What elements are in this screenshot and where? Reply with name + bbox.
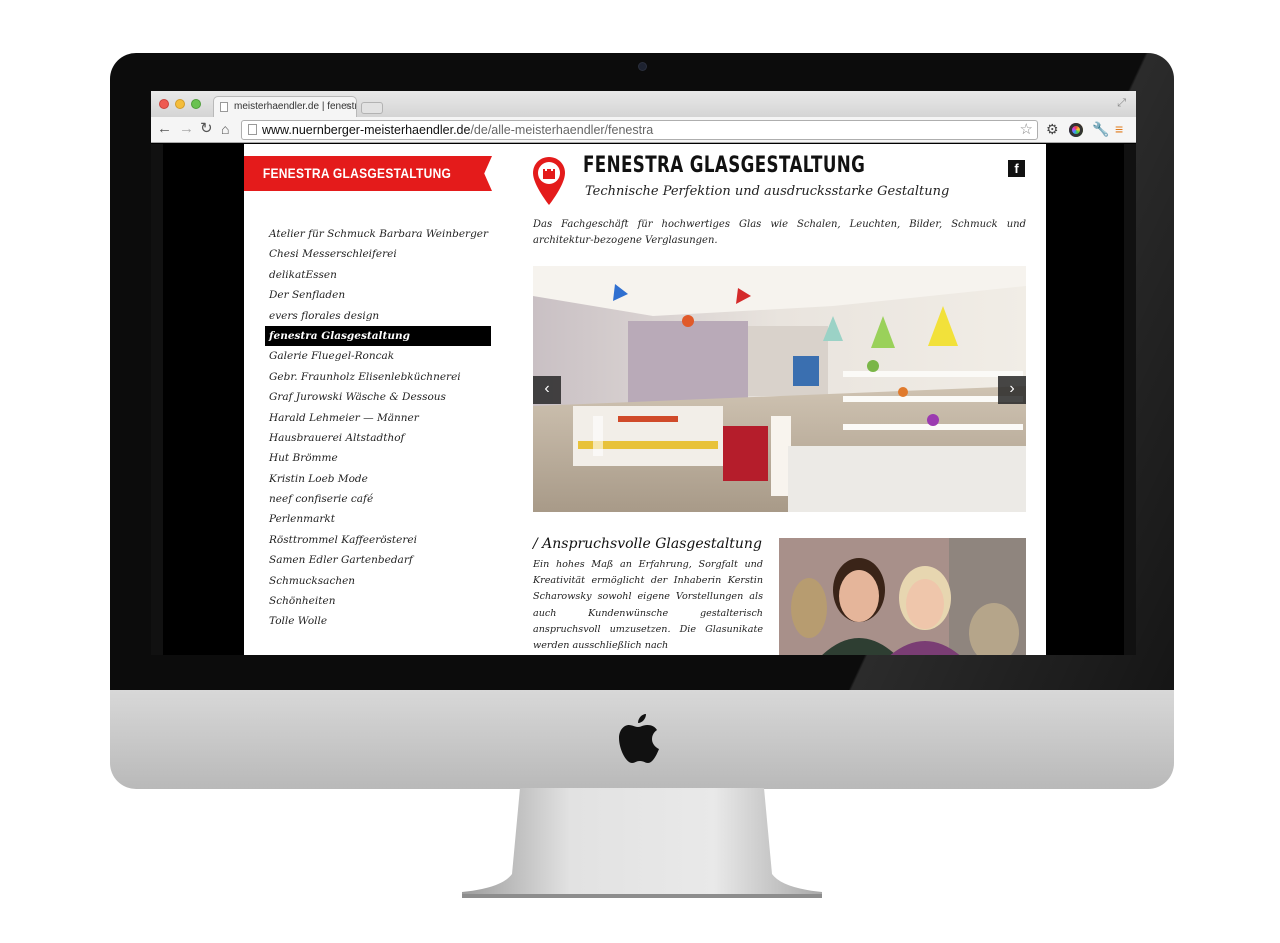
forward-icon[interactable]: →: [179, 121, 194, 137]
tab-title: meisterhaendler.de | fenestra Glasgestal…: [234, 101, 356, 112]
url-host: www.nuernberger-meisterhaendler.de: [262, 123, 471, 137]
shop-list: Atelier für Schmuck Barbara Weinberger Ch…: [265, 224, 491, 632]
browser-titlebar: meisterhaendler.de | fenestra Glasgestal…: [151, 91, 1136, 117]
reload-icon[interactable]: ↻: [200, 121, 213, 137]
apple-logo-icon: [619, 714, 659, 763]
camera: [639, 63, 646, 70]
sidebar-banner-title: FENESTRA GLASGESTALTUNG: [262, 165, 452, 181]
sidebar-item[interactable]: Kristin Loeb Mode: [265, 469, 491, 489]
home-icon[interactable]: ⌂: [221, 121, 229, 137]
close-window-button[interactable]: [159, 99, 169, 109]
sidebar-item[interactable]: Schönheiten: [265, 591, 491, 611]
color-icon[interactable]: [1069, 123, 1083, 137]
minimize-window-button[interactable]: [175, 99, 185, 109]
section-body: Ein hohes Maß an Erfahrung, Sorgfalt und…: [533, 559, 763, 652]
browser-toolbar: ← → ↻ ⌂ www.nuernberger-meisterhaendler.…: [151, 117, 1136, 143]
sidebar-banner: FENESTRA GLASGESTALTUNG: [244, 156, 492, 191]
facebook-icon[interactable]: f: [1008, 160, 1025, 177]
slider-next-button[interactable]: ›: [998, 376, 1026, 404]
sidebar-item[interactable]: Schmucksachen: [265, 571, 491, 591]
sidebar-item[interactable]: fenestra Glasgestaltung: [265, 325, 491, 347]
sidebar-item[interactable]: Hut Brömme: [265, 448, 491, 468]
back-icon[interactable]: ←: [157, 121, 172, 137]
page-icon: [220, 102, 228, 112]
fullscreen-icon[interactable]: ⤢: [1117, 97, 1126, 110]
section-title: / Anspruchsvolle Glasgestaltung: [533, 536, 762, 552]
address-bar[interactable]: www.nuernberger-meisterhaendler.de/de/al…: [241, 120, 1038, 140]
location-pin-icon: [533, 157, 565, 205]
page-subtitle: Technische Perfektion und ausdrucksstark…: [585, 184, 950, 199]
intro-text: Das Fachgeschäft für hochwertiges Glas w…: [533, 219, 1026, 246]
sidebar-item[interactable]: Atelier für Schmuck Barbara Weinberger: [265, 224, 491, 244]
menu-icon[interactable]: ≡: [1115, 121, 1123, 137]
browser-window: meisterhaendler.de | fenestra Glasgestal…: [151, 91, 1136, 655]
sidebar-item[interactable]: Tolle Wolle: [265, 611, 491, 631]
sidebar-item[interactable]: Der Senfladen: [265, 285, 491, 305]
sidebar-item[interactable]: Samen Edler Gartenbedarf: [265, 550, 491, 570]
slider-prev-button[interactable]: ‹: [533, 376, 561, 404]
sidebar-item[interactable]: Chesi Messerschleiferei: [265, 244, 491, 264]
sidebar-item[interactable]: evers florales design: [265, 306, 491, 326]
monitor-stand: [462, 788, 822, 898]
sidebar-item[interactable]: Rösttrommel Kaffeerösterei: [265, 530, 491, 550]
image-slider: ‹ ›: [533, 266, 1026, 512]
sidebar-item[interactable]: delikatEssen: [265, 265, 491, 285]
sidebar-item[interactable]: Perlenmarkt: [265, 509, 491, 529]
shop-interior-photo: [533, 266, 1026, 512]
web-page: FENESTRA GLASGESTALTUNG Atelier für Schm…: [244, 144, 1046, 655]
gear-icon[interactable]: ⚙: [1046, 121, 1059, 137]
new-tab-button[interactable]: [361, 102, 383, 114]
tab-close-icon[interactable]: ×: [345, 97, 351, 117]
owners-photo: [779, 538, 1026, 655]
sidebar-item[interactable]: Harald Lehmeier — Männer: [265, 408, 491, 428]
viewport-edge-right: [1124, 144, 1136, 655]
viewport-edge-left: [151, 144, 163, 655]
page-title: FENESTRA GLASGESTALTUNG: [583, 153, 866, 178]
page-icon: [248, 124, 257, 135]
sidebar-item[interactable]: Graf Jurowski Wäsche & Dessous: [265, 387, 491, 407]
zoom-window-button[interactable]: [191, 99, 201, 109]
page-viewport: FENESTRA GLASGESTALTUNG Atelier für Schm…: [151, 144, 1136, 655]
url-path: /de/alle-meisterhaendler/fenestra: [470, 123, 654, 137]
sidebar-item[interactable]: neef confiserie café: [265, 489, 491, 509]
browser-tab[interactable]: meisterhaendler.de | fenestra Glasgestal…: [213, 96, 357, 117]
sidebar-item[interactable]: Gebr. Fraunholz Elisenlebküchnerei: [265, 367, 491, 387]
wrench-icon[interactable]: 🔧: [1092, 121, 1109, 137]
star-icon[interactable]: ☆: [1020, 121, 1033, 139]
sidebar-item[interactable]: Hausbrauerei Altstadthof: [265, 428, 491, 448]
sidebar-item[interactable]: Galerie Fluegel-Roncak: [265, 346, 491, 366]
